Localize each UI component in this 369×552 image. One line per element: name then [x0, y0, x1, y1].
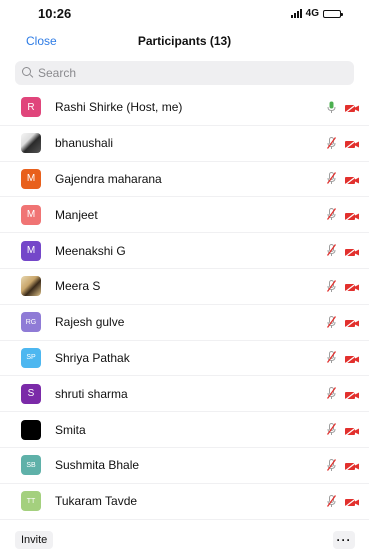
microphone-muted-icon[interactable]	[326, 494, 337, 508]
status-indicators: 4G	[290, 8, 343, 19]
search-bar[interactable]	[15, 61, 354, 85]
microphone-muted-icon[interactable]	[326, 208, 337, 221]
avatar	[21, 133, 41, 154]
video-off-icon[interactable]	[344, 101, 360, 114]
avatar: RG	[21, 312, 41, 333]
participant-row[interactable]: Meera S	[0, 269, 369, 305]
video-off-icon[interactable]	[344, 459, 360, 472]
avatar: R	[21, 97, 41, 118]
participant-row[interactable]: TT Tukaram Tavde	[0, 484, 369, 520]
participant-name: Gajendra maharana	[55, 171, 162, 186]
participant-row[interactable]: R Rashi Shirke (Host, me)	[0, 90, 369, 126]
video-off-icon[interactable]	[344, 495, 360, 508]
avatar: SP	[21, 347, 41, 368]
participant-name: Rashi Shirke (Host, me)	[55, 100, 183, 115]
participant-row[interactable]: SP Shriya Pathak	[0, 341, 369, 377]
participant-row[interactable]: SB Sushmita Bhale	[0, 448, 369, 484]
video-off-icon[interactable]	[344, 280, 360, 293]
avatar: S	[21, 383, 41, 404]
participant-row[interactable]: RG Rajesh gulve	[0, 305, 369, 341]
microphone-muted-icon[interactable]	[326, 136, 337, 150]
participant-name: Meera S	[55, 279, 101, 294]
avatar: SB	[21, 455, 41, 476]
video-off-icon[interactable]	[344, 173, 360, 186]
video-off-icon[interactable]	[344, 316, 360, 329]
avatar	[21, 419, 41, 440]
participant-name: Smita	[55, 422, 86, 437]
video-off-icon[interactable]	[344, 245, 360, 258]
signal-icon	[290, 9, 302, 18]
bottom-toolbar: Invite ···	[0, 528, 369, 552]
participant-row[interactable]: M Manjeet	[0, 197, 369, 234]
participant-name: Meenakshi G	[55, 243, 126, 258]
avatar: M	[21, 240, 41, 261]
participant-name: bhanushali	[55, 136, 114, 151]
status-bar: 10:26 4G	[0, 0, 369, 28]
microphone-muted-icon[interactable]	[326, 387, 337, 400]
search-input[interactable]	[38, 66, 338, 80]
video-off-icon[interactable]	[344, 209, 360, 222]
more-button[interactable]: ···	[333, 531, 355, 549]
header: Participants (13) Close	[0, 30, 369, 54]
avatar	[21, 276, 41, 297]
participant-row[interactable]: Smita	[0, 412, 369, 448]
participant-row[interactable]: bhanushali	[0, 126, 369, 162]
microphone-muted-icon[interactable]	[326, 351, 337, 364]
participant-name: Shriya Pathak	[55, 350, 130, 365]
microphone-muted-icon[interactable]	[326, 315, 337, 329]
microphone-muted-icon[interactable]	[326, 279, 337, 293]
avatar: TT	[21, 491, 41, 512]
microphone-muted-icon[interactable]	[326, 244, 337, 257]
participant-name: Sushmita Bhale	[55, 458, 140, 473]
participant-name: Rajesh gulve	[55, 315, 125, 330]
video-off-icon[interactable]	[344, 137, 360, 150]
microphone-muted-icon[interactable]	[326, 172, 337, 185]
status-time: 10:26	[38, 6, 72, 21]
close-button[interactable]: Close	[26, 34, 57, 48]
participant-row[interactable]: M Meenakshi G	[0, 233, 369, 269]
microphone-icon[interactable]	[327, 101, 336, 114]
participant-row[interactable]: M Gajendra maharana	[0, 162, 369, 198]
video-off-icon[interactable]	[344, 352, 360, 365]
participant-list: R Rashi Shirke (Host, me) bhanushali M Gajen…	[0, 90, 369, 520]
participant-name: Tukaram Tavde	[55, 494, 138, 509]
avatar: M	[21, 204, 41, 225]
avatar: M	[21, 168, 41, 189]
invite-button[interactable]: Invite	[15, 531, 54, 549]
video-off-icon[interactable]	[344, 424, 360, 437]
participant-row[interactable]: Sshruti sharma	[0, 376, 369, 413]
video-off-icon[interactable]	[344, 388, 360, 401]
search-icon	[22, 67, 34, 79]
network-type: 4G	[305, 8, 319, 19]
microphone-muted-icon[interactable]	[326, 423, 337, 436]
participant-name: shruti sharma	[55, 386, 128, 401]
battery-icon	[323, 9, 343, 18]
microphone-muted-icon[interactable]	[326, 458, 337, 472]
participant-name: Manjeet	[55, 207, 98, 222]
